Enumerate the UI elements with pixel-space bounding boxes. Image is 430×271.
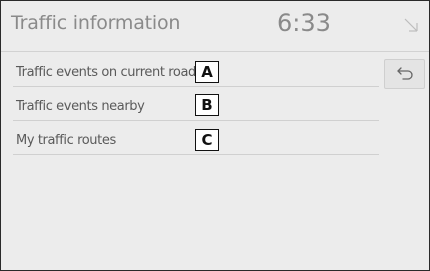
menu-item-label: Traffic events on current road (16, 65, 196, 80)
menu-item-label: Traffic events nearby (16, 99, 145, 114)
header-bar: Traffic information 6:33 (1, 1, 429, 51)
traffic-information-screen: Traffic information 6:33 Traffic events … (0, 0, 430, 271)
signal-icon (403, 17, 419, 33)
divider (13, 154, 379, 155)
screen-title: Traffic information (11, 12, 181, 34)
divider (13, 86, 379, 87)
callout-label-a: A (195, 61, 219, 83)
back-button[interactable] (384, 59, 425, 89)
divider (13, 120, 379, 121)
callout-label-c: C (195, 129, 219, 151)
header-divider (1, 51, 429, 52)
back-arrow-icon (397, 67, 413, 80)
menu-item-label: My traffic routes (16, 133, 116, 148)
clock: 6:33 (277, 9, 331, 37)
callout-label-b: B (195, 94, 219, 116)
